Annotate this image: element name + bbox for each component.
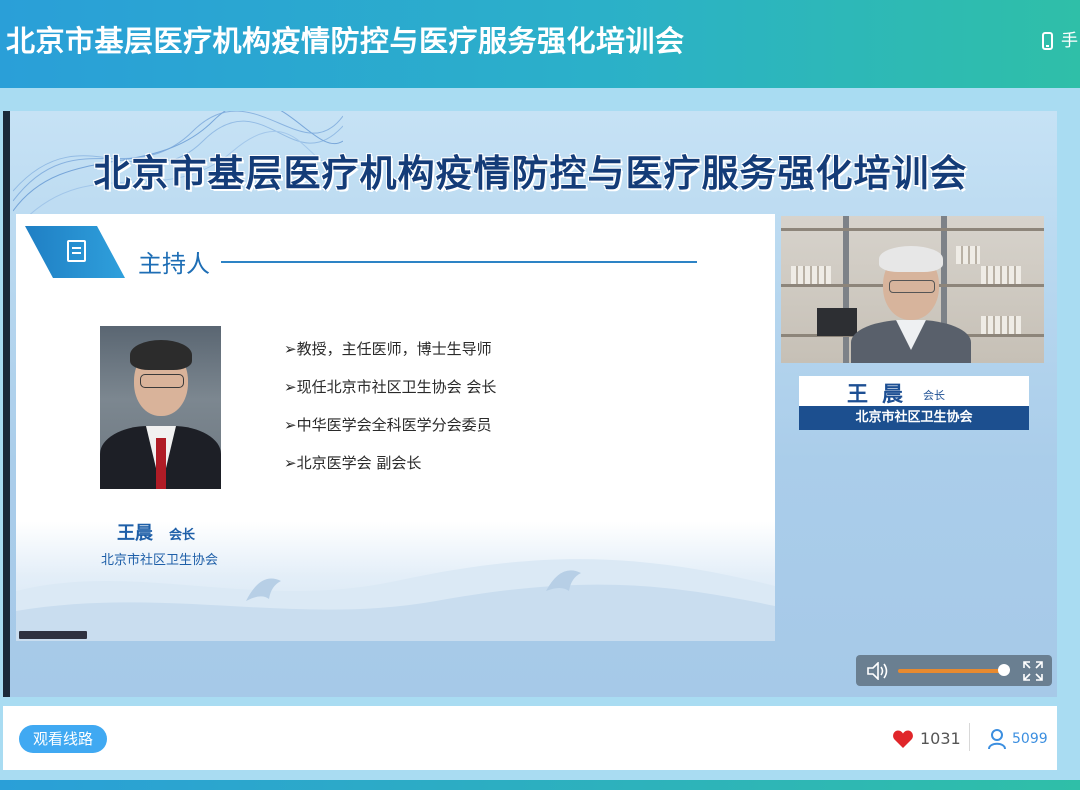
bullet-item: ➢教授，主任医师，博士生导师	[284, 340, 492, 358]
section-divider	[221, 261, 697, 263]
video-player[interactable]: 北京市基层医疗机构疫情防控与医疗服务强化培训会 主持人 ➢教授，主任医师，博士生…	[3, 111, 1057, 697]
footer-divider	[969, 723, 970, 751]
speaker-name-card: 王晨 会长 北京市社区卫生协会	[799, 376, 1029, 430]
bottom-accent-bar	[0, 780, 1080, 790]
phone-icon	[1042, 32, 1053, 50]
speaker-name: 王晨	[847, 382, 917, 406]
camera-feed	[781, 216, 1044, 363]
section-label: 主持人	[138, 250, 210, 278]
mobile-view-link[interactable]: 手	[1042, 26, 1078, 51]
volume-slider-handle[interactable]	[998, 664, 1011, 676]
volume-slider[interactable]	[898, 669, 1005, 673]
presenter-portrait	[100, 326, 221, 489]
presentation-slide: 主持人 ➢教授，主任医师，博士生导师 ➢现任北京市社区卫生协会 会长 ➢中华医学…	[16, 214, 775, 641]
watch-route-button[interactable]: 观看线路	[19, 725, 107, 753]
page-title: 北京市基层医疗机构疫情防控与医疗服务强化培训会	[6, 24, 685, 58]
decorative-waves	[16, 559, 775, 641]
mobile-view-label: 手	[1061, 31, 1078, 51]
document-icon	[67, 240, 86, 262]
player-controls	[856, 655, 1052, 686]
user-icon	[988, 729, 1006, 750]
bullet-item: ➢北京医学会 副会长	[284, 454, 422, 472]
viewer-count: 5099	[1012, 731, 1048, 747]
bottom-bar: 观看线路 1031 5099	[3, 706, 1057, 770]
slide-footer-mark	[19, 631, 87, 639]
fullscreen-icon[interactable]	[1022, 660, 1044, 682]
section-tag	[25, 226, 125, 278]
bullet-item: ➢现任北京市社区卫生协会 会长	[284, 378, 497, 396]
like-count: 1031	[920, 729, 961, 748]
volume-icon[interactable]	[866, 662, 890, 680]
speaker-role: 会长	[923, 389, 945, 402]
bullet-item: ➢中华医学会全科医学分会委员	[284, 416, 492, 434]
heart-icon	[893, 730, 913, 748]
player-left-edge	[3, 111, 10, 697]
slide-title: 北京市基层医疗机构疫情防控与医疗服务强化培训会	[93, 152, 968, 195]
speaker-org: 北京市社区卫生协会	[799, 406, 1029, 430]
top-bar: 北京市基层医疗机构疫情防控与医疗服务强化培训会 手	[0, 0, 1080, 88]
